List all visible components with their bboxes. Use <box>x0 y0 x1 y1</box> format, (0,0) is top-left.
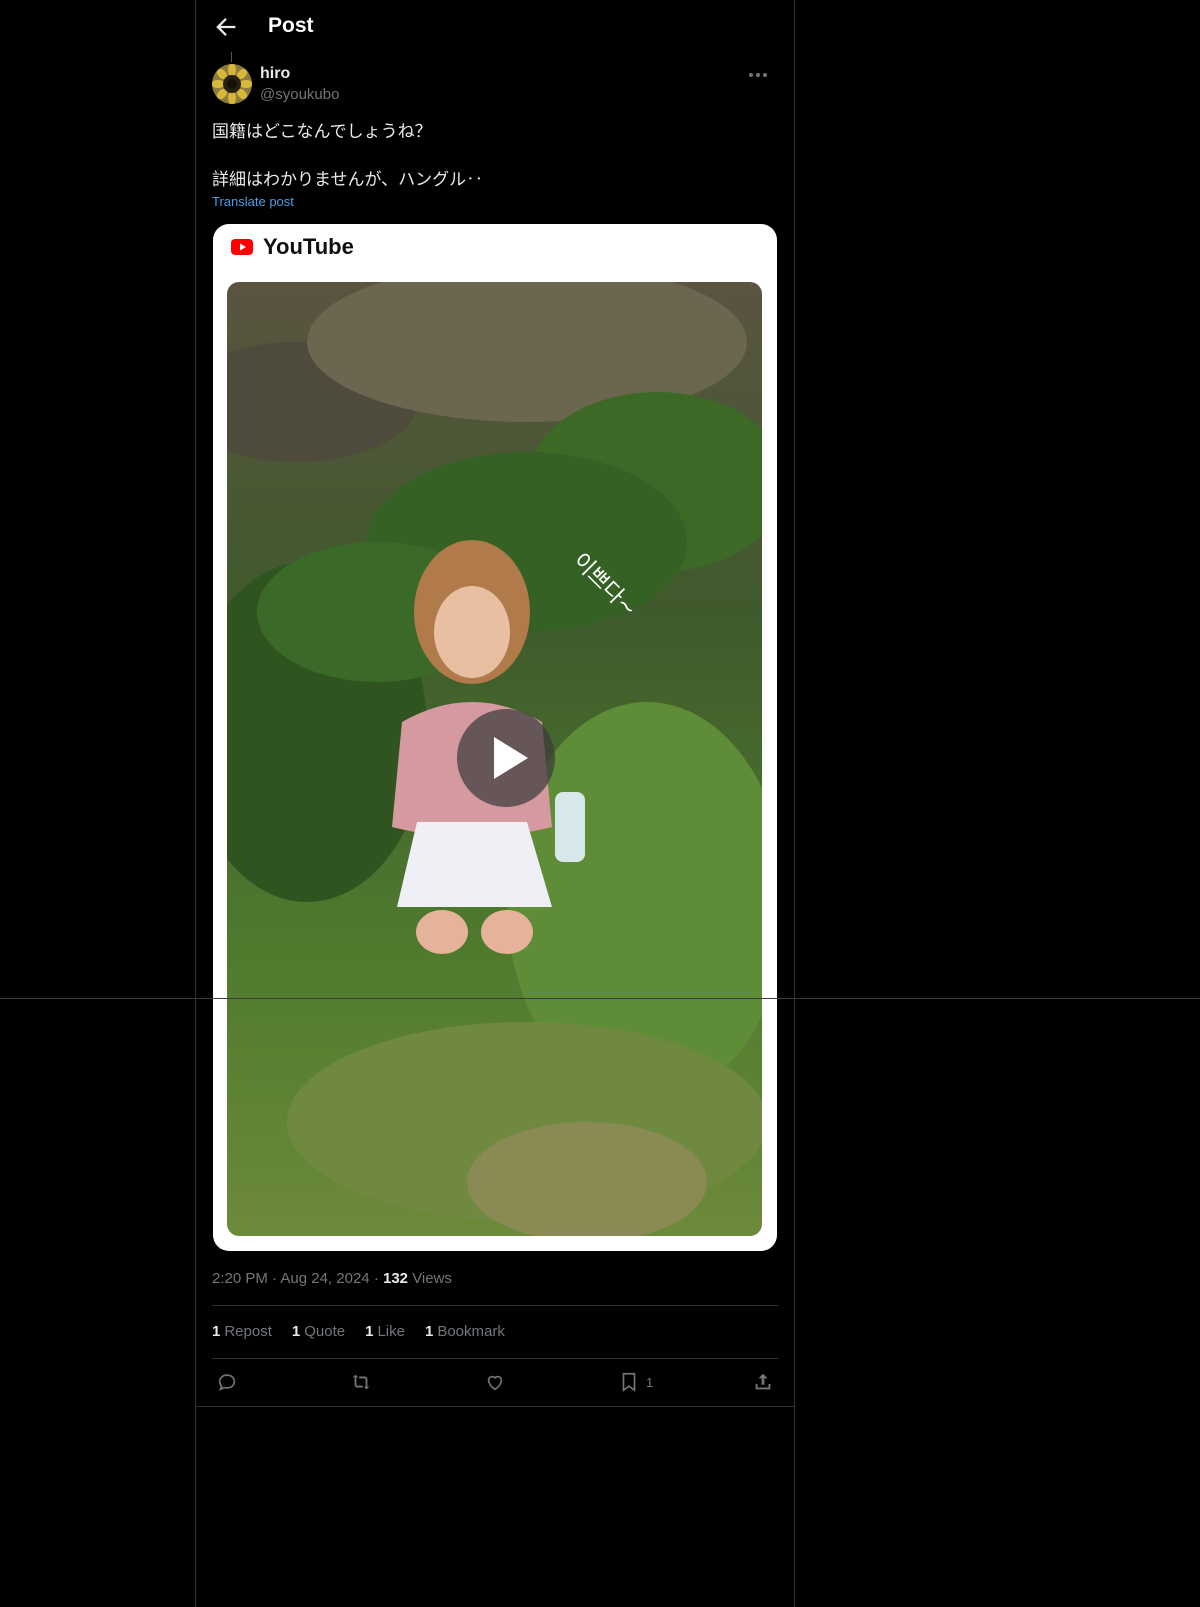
stat-label: Repost <box>224 1323 272 1340</box>
stat-label: Bookmark <box>437 1323 505 1340</box>
play-icon <box>494 737 528 779</box>
stat-count: 1 <box>212 1323 221 1340</box>
reply-icon <box>218 1374 236 1391</box>
post-metadata: 2:20 PM · Aug 24, 2024 · 132 Views <box>212 1270 452 1287</box>
play-button[interactable] <box>457 709 555 807</box>
like-icon <box>487 1375 503 1391</box>
share-button[interactable] <box>752 1370 774 1394</box>
page-title: Post <box>268 14 314 37</box>
divider <box>212 1358 778 1359</box>
like-button[interactable] <box>484 1370 506 1394</box>
stat-label: Like <box>377 1323 405 1340</box>
author-name[interactable]: hiro <box>260 65 290 83</box>
more-icon <box>749 73 767 77</box>
divider <box>212 1305 778 1306</box>
bookmark-button[interactable]: 1 <box>618 1370 653 1394</box>
back-button[interactable] <box>212 13 240 41</box>
header: Post <box>196 0 794 53</box>
video-thumbnail[interactable]: 이쁘다~ <box>227 282 762 1236</box>
repost-button[interactable] <box>350 1370 372 1394</box>
main-column: Post hiro @syoukubo 国籍はどこなんでしょうね？ 詳細はわかり… <box>195 0 795 1607</box>
author-handle[interactable]: @syoukubo <box>260 86 339 103</box>
post-line-1: 国籍はどこなんでしょうね？ <box>212 122 432 141</box>
stat-reposts[interactable]: 1 Repost <box>212 1323 272 1340</box>
action-bar: 1 <box>212 1370 778 1394</box>
stat-bookmarks[interactable]: 1 Bookmark <box>425 1323 505 1340</box>
stat-count: 1 <box>291 1323 301 1340</box>
stat-count: 1 <box>365 1323 374 1340</box>
views-count: 132 <box>382 1270 409 1287</box>
stat-count: 1 <box>424 1323 434 1340</box>
stat-likes[interactable]: 1 Like <box>365 1323 405 1340</box>
avatar[interactable] <box>212 64 252 104</box>
bookmark-icon <box>622 1372 636 1392</box>
horizontal-guide-line <box>0 998 1200 999</box>
post-line-2: 詳細はわかりませんが、ハングル‥ <box>212 170 484 189</box>
back-arrow-icon <box>216 18 236 36</box>
stat-quotes[interactable]: 1 Quote <box>292 1323 345 1340</box>
sunflower-avatar-image <box>212 64 252 104</box>
share-icon <box>755 1373 771 1390</box>
post-time[interactable]: 2:20 PM <box>212 1270 268 1287</box>
card-source-title: YouTube <box>263 234 354 259</box>
reply-button[interactable] <box>216 1370 238 1394</box>
post-text: 国籍はどこなんでしょうね？ 詳細はわかりませんが、ハングル‥ <box>212 120 772 192</box>
translate-post-link[interactable]: Translate post <box>212 194 294 209</box>
thread-line <box>231 52 232 62</box>
repost-icon <box>352 1374 370 1390</box>
divider <box>196 1406 794 1407</box>
meta-dot: · <box>373 1270 383 1287</box>
more-options-button[interactable] <box>746 64 770 86</box>
youtube-card[interactable]: YouTube 이쁘다~ <box>213 224 777 1251</box>
stat-label: Quote <box>304 1323 346 1340</box>
youtube-icon <box>231 239 253 255</box>
post-date[interactable]: Aug 24, 2024 <box>280 1270 369 1287</box>
bookmark-count: 1 <box>646 1374 654 1390</box>
engagement-stats: 1 Repost 1 Quote 1 Like 1 Bookmark <box>212 1323 505 1340</box>
views-label: Views <box>412 1270 452 1287</box>
